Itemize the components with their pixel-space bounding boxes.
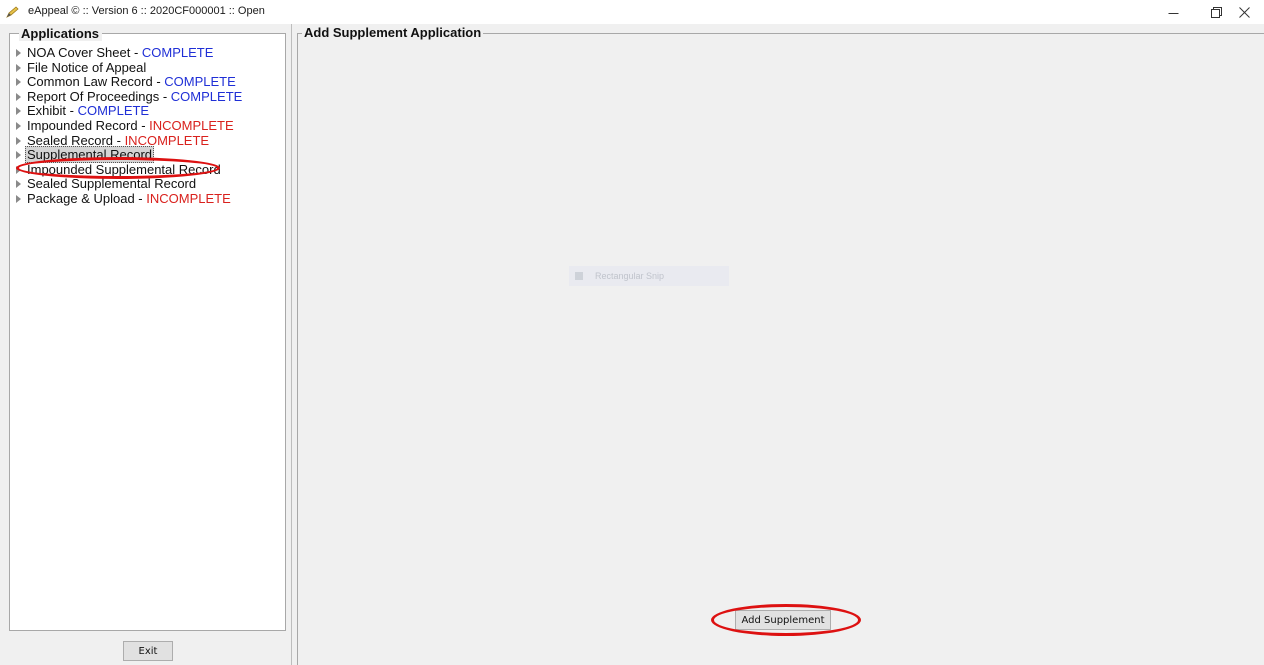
title-bar: eAppeal © :: Version 6 :: 2020CF000001 :…: [0, 0, 1264, 24]
close-icon[interactable]: [1221, 0, 1264, 24]
tree-item-label: Supplemental Record: [25, 146, 155, 164]
expand-arrow-icon[interactable]: [16, 49, 21, 57]
status-badge: COMPLETE: [141, 45, 214, 60]
tree-item[interactable]: Sealed Supplemental Record: [10, 177, 285, 192]
tree-item-label: Impounded Supplemental Record: [27, 161, 221, 177]
expand-arrow-icon[interactable]: [16, 194, 21, 203]
tree-item-label: Sealed Supplemental Record: [27, 176, 197, 192]
tree-item[interactable]: Impounded Record - INCOMPLETE: [10, 117, 285, 134]
tree-item[interactable]: Report Of Proceedings - COMPLETE: [10, 88, 285, 105]
status-badge: INCOMPLETE: [149, 117, 234, 133]
snip-tooltip: Rectangular Snip: [569, 266, 729, 286]
expand-arrow-icon[interactable]: [16, 121, 21, 130]
applications-legend: Applications: [19, 27, 103, 41]
status-separator: -: [159, 88, 171, 104]
tree-item-label: Impounded Record: [27, 117, 138, 133]
add-supplement-button[interactable]: Add Supplement: [735, 610, 831, 630]
tree-item[interactable]: Exhibit - COMPLETE: [10, 104, 285, 119]
applications-tree: NOA Cover Sheet - COMPLETE File Notice of…: [10, 45, 285, 207]
status-badge: COMPLETE: [77, 103, 150, 119]
expand-arrow-icon[interactable]: [16, 107, 21, 116]
applications-group: Applications NOA Cover Sheet - COMPLETE F…: [9, 27, 286, 631]
tree-item-label: Package & Upload: [27, 190, 135, 206]
tree-item-label: NOA Cover Sheet: [27, 45, 131, 60]
expand-arrow-icon[interactable]: [16, 136, 21, 145]
add-supplement-legend: Add Supplement Application: [302, 25, 484, 40]
expand-arrow-icon[interactable]: [16, 151, 21, 160]
splitter[interactable]: [291, 24, 295, 665]
status-separator: -: [152, 74, 165, 90]
tree-item-label: Common Law Record: [27, 74, 153, 90]
add-supplement-group: Add Supplement Application: [297, 26, 1264, 665]
tree-item-label: Report Of Proceedings: [27, 88, 160, 104]
tree-item[interactable]: NOA Cover Sheet - COMPLETE: [10, 45, 285, 61]
left-panel: Applications NOA Cover Sheet - COMPLETE F…: [0, 24, 291, 665]
status-badge: INCOMPLETE: [146, 190, 231, 206]
expand-arrow-icon[interactable]: [16, 78, 21, 87]
status-badge: COMPLETE: [164, 74, 236, 90]
snip-tooltip-label: Rectangular Snip: [595, 271, 665, 281]
expand-arrow-icon[interactable]: [16, 63, 21, 72]
scissors-icon: [575, 272, 583, 280]
minimize-icon[interactable]: [1150, 0, 1196, 24]
tree-item[interactable]: Common Law Record - COMPLETE: [10, 74, 285, 90]
status-separator: -: [130, 45, 142, 60]
tree-item-label: Exhibit: [27, 103, 67, 119]
expand-arrow-icon[interactable]: [16, 165, 21, 174]
status-separator: -: [137, 117, 150, 133]
window-title: eAppeal © :: Version 6 :: 2020CF000001 :…: [28, 5, 265, 17]
tree-item-label: File Notice of Appeal: [27, 59, 147, 75]
expand-arrow-icon[interactable]: [16, 92, 21, 101]
expand-arrow-icon[interactable]: [16, 180, 21, 189]
exit-button[interactable]: Exit: [123, 641, 173, 661]
tree-item[interactable]: Impounded Supplemental Record: [10, 161, 285, 178]
pencil-icon: [6, 6, 19, 18]
tree-item[interactable]: File Notice of Appeal: [10, 59, 285, 76]
status-badge: COMPLETE: [170, 88, 243, 104]
status-separator: -: [134, 190, 147, 206]
tree-item[interactable]: Package & Upload - INCOMPLETE: [10, 190, 285, 207]
tree-item[interactable]: Supplemental Record: [10, 146, 285, 164]
status-separator: -: [66, 103, 78, 119]
